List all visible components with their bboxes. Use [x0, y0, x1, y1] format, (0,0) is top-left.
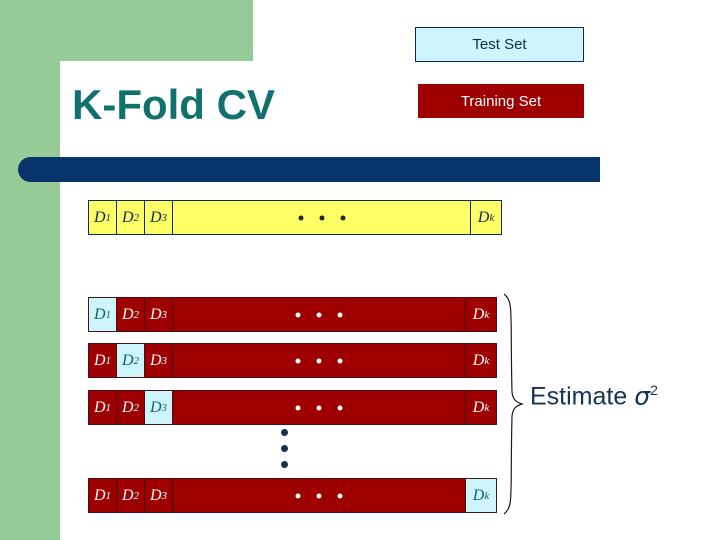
cell-d1: D1 — [88, 343, 117, 378]
cell-dk-highlighted: Dk — [465, 478, 497, 513]
legend-training-set-label: Training Set — [460, 92, 542, 110]
cell-d1-label: D — [93, 208, 106, 226]
curly-brace-icon — [503, 293, 524, 515]
cell-d3-subscript: 3 — [161, 211, 168, 224]
cell-d1: D1 — [88, 390, 117, 425]
fold-row-k: D1 D2 D3 Dk — [88, 478, 497, 513]
fold-row-2: D1 D2 D3 Dk — [88, 343, 497, 378]
cell-d1: D1 — [88, 478, 117, 513]
cell-dk: Dk — [465, 297, 497, 332]
cell-d3-highlighted: D3 — [144, 390, 173, 425]
horizontal-ellipsis-icon — [295, 405, 343, 410]
vertical-ellipsis-icon — [281, 429, 288, 468]
legend-training-set: Training Set — [418, 84, 584, 118]
cell-gap — [172, 200, 471, 235]
horizontal-ellipsis-icon — [295, 312, 343, 317]
cell-d2-label: D — [121, 208, 134, 226]
cell-d3: D3 — [144, 200, 173, 235]
cell-gap — [172, 390, 466, 425]
cell-gap — [172, 297, 466, 332]
cell-d1: D1 — [88, 200, 117, 235]
horizontal-ellipsis-icon — [298, 215, 345, 220]
cell-gap — [172, 478, 466, 513]
cell-d2: D2 — [116, 478, 145, 513]
cell-gap — [172, 343, 466, 378]
full-dataset-row: D1 D2 D3 Dk — [88, 200, 508, 241]
cell-d2: D2 — [116, 390, 145, 425]
cell-d2-subscript: 2 — [133, 211, 140, 224]
legend-test-set-label: Test Set — [472, 36, 527, 53]
cell-dk: Dk — [465, 390, 497, 425]
page-title: K-Fold CV — [72, 81, 275, 128]
navy-accent-bar — [18, 157, 600, 182]
horizontal-ellipsis-icon — [295, 493, 343, 498]
cell-d3-label: D — [149, 208, 162, 226]
cell-d2-highlighted: D2 — [116, 343, 145, 378]
cell-d1-highlighted: D1 — [88, 297, 117, 332]
sigma-symbol: σ — [634, 381, 651, 411]
cell-d1-subscript: 1 — [105, 211, 112, 224]
estimate-label: Estimate — [530, 382, 635, 411]
estimate-annotation: Estimate σ2 — [530, 383, 658, 409]
cell-dk-subscript: k — [489, 211, 495, 224]
cell-d3: D3 — [144, 478, 173, 513]
cell-d2: D2 — [116, 200, 145, 235]
horizontal-ellipsis-icon — [295, 358, 343, 363]
green-sidebar-strip — [0, 61, 60, 540]
cell-d2: D2 — [116, 297, 145, 332]
slide-canvas: K-Fold CV Test Set Training Set D1 D2 D3… — [0, 0, 720, 540]
fold-row-3: D1 D2 D3 Dk — [88, 390, 497, 425]
cell-dk: Dk — [470, 200, 502, 235]
cell-dk-label: D — [477, 208, 490, 226]
fold-row-1: D1 D2 D3 Dk — [88, 297, 497, 332]
cell-d3: D3 — [144, 343, 173, 378]
cell-dk: Dk — [465, 343, 497, 378]
cell-d3: D3 — [144, 297, 173, 332]
legend-test-set: Test Set — [415, 27, 584, 62]
green-banner-top — [0, 0, 253, 61]
sigma-exponent: 2 — [650, 382, 658, 398]
